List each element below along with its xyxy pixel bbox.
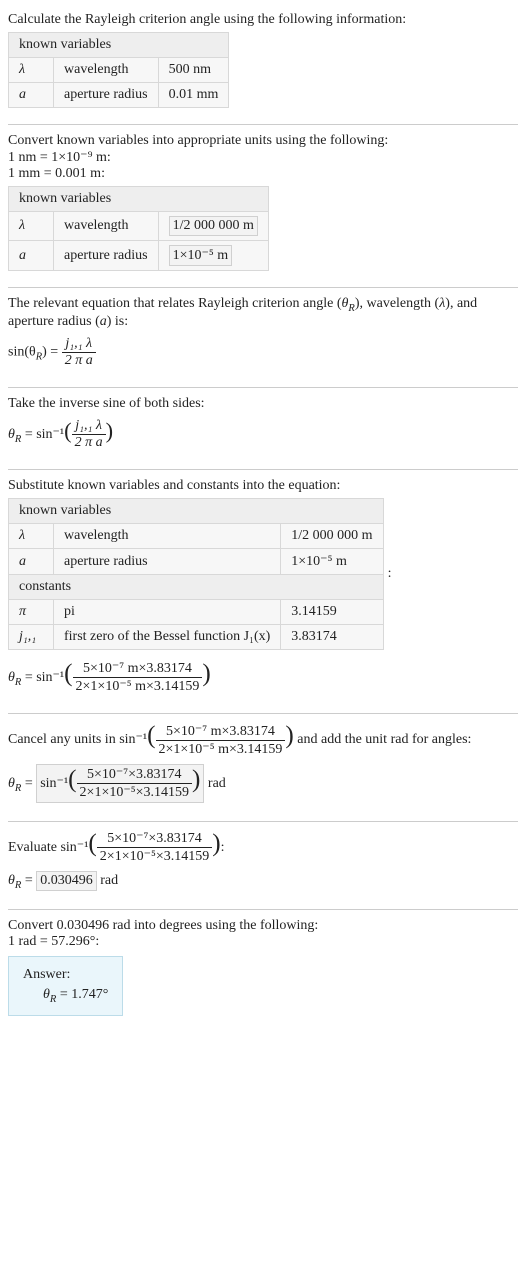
- intro-text: Calculate the Rayleigh criterion angle u…: [8, 12, 518, 28]
- known-variables-table-2: known variables λ wavelength 1/2 000 000…: [8, 186, 269, 271]
- step-title: Evaluate sin⁻¹(5×10⁻⁷×3.831742×1×10⁻⁵×3.…: [8, 830, 518, 865]
- name-cell: pi: [54, 600, 281, 625]
- known-variables-table-1: known variables λ wavelength 500 nm a ap…: [8, 32, 229, 108]
- result-formula: θR = sin⁻¹(5×10⁻⁷×3.831742×1×10⁻⁵×3.1415…: [8, 764, 518, 803]
- name-cell: aperture radius: [54, 549, 281, 575]
- symbol-cell: λ: [9, 58, 54, 83]
- colon: :: [388, 566, 392, 582]
- symbol-cell: π: [9, 600, 54, 625]
- section-equation: The relevant equation that relates Rayle…: [8, 288, 518, 388]
- table-row: λ wavelength 1/2 000 000 m: [9, 524, 384, 549]
- value-cell: 3.83174: [281, 625, 383, 650]
- table-header: known variables: [9, 33, 229, 58]
- symbol-cell: λ: [9, 524, 54, 549]
- table-row: λ wavelength 500 nm: [9, 58, 229, 83]
- table-header: known variables: [9, 499, 384, 524]
- step-title: Cancel any units in sin⁻¹(5×10⁻⁷ m×3.831…: [8, 722, 518, 757]
- substituted-formula: θR = sin⁻¹(5×10⁻⁷ m×3.831742×1×10⁻⁵ m×3.…: [8, 660, 518, 695]
- fraction: j₁,₁ λ2 π a: [72, 418, 106, 451]
- section-final: Convert 0.030496 rad into degrees using …: [8, 910, 518, 1028]
- conversion-line-2: 1 mm = 0.001 m:: [8, 166, 518, 182]
- fraction: 5×10⁻⁷ m×3.831742×1×10⁻⁵ m×3.14159: [156, 723, 286, 758]
- name-cell: wavelength: [54, 58, 159, 83]
- table-header: known variables: [9, 187, 269, 212]
- section-substitute: Substitute known variables and constants…: [8, 470, 518, 714]
- section-evaluate: Evaluate sin⁻¹(5×10⁻⁷×3.831742×1×10⁻⁵×3.…: [8, 822, 518, 910]
- name-cell: first zero of the Bessel function J₁(x): [54, 625, 281, 650]
- symbol-cell: a: [9, 549, 54, 575]
- fraction: j₁,₁ λ2 π a: [62, 336, 96, 369]
- known-and-constants-table: known variables λ wavelength 1/2 000 000…: [8, 498, 384, 650]
- convert-title: Convert known variables into appropriate…: [8, 133, 518, 149]
- highlight-box: 1×10⁻⁵ m: [169, 245, 233, 266]
- answer-label: Answer:: [23, 967, 108, 983]
- step-title: Substitute known variables and constants…: [8, 478, 518, 494]
- final-answer: θR = 1.747°: [43, 987, 108, 1005]
- value-cell: 1/2 000 000 m: [281, 524, 383, 549]
- name-cell: aperture radius: [54, 83, 159, 108]
- section-cancel-units: Cancel any units in sin⁻¹(5×10⁻⁷ m×3.831…: [8, 714, 518, 822]
- value-cell: 3.14159: [281, 600, 383, 625]
- fraction: 5×10⁻⁷ m×3.831742×1×10⁻⁵ m×3.14159: [73, 660, 203, 695]
- highlight-box: 0.030496: [36, 871, 97, 891]
- value-cell: 0.01 mm: [158, 83, 229, 108]
- section-inverse-sine: Take the inverse sine of both sides: θR …: [8, 388, 518, 470]
- table-row: a aperture radius 1×10⁻⁵ m: [9, 241, 269, 271]
- fraction: 5×10⁻⁷×3.831742×1×10⁻⁵×3.14159: [97, 830, 212, 865]
- name-cell: wavelength: [54, 524, 281, 549]
- inverse-sine-formula: θR = sin⁻¹(j₁,₁ λ2 π a): [8, 418, 518, 451]
- step-title: Take the inverse sine of both sides:: [8, 396, 518, 412]
- conversion-line-1: 1 nm = 1×10⁻⁹ m:: [8, 149, 518, 166]
- table-row: j₁,₁ first zero of the Bessel function J…: [9, 625, 384, 650]
- name-cell: aperture radius: [54, 241, 159, 271]
- table-row: λ wavelength 1/2 000 000 m: [9, 212, 269, 241]
- highlight-box: 1/2 000 000 m: [169, 216, 258, 236]
- name-cell: wavelength: [54, 212, 159, 241]
- evaluated-formula: θR = 0.030496 rad: [8, 871, 518, 891]
- conversion-line: 1 rad = 57.296°:: [8, 934, 518, 950]
- step-title: Convert 0.030496 rad into degrees using …: [8, 918, 518, 934]
- table-header: constants: [9, 575, 384, 600]
- table-row: a aperture radius 0.01 mm: [9, 83, 229, 108]
- value-cell: 500 nm: [158, 58, 229, 83]
- value-cell: 1×10⁻⁵ m: [158, 241, 268, 271]
- highlight-box: sin⁻¹(5×10⁻⁷×3.831742×1×10⁻⁵×3.14159): [36, 764, 204, 803]
- section-intro: Calculate the Rayleigh criterion angle u…: [8, 4, 518, 125]
- value-cell: 1×10⁻⁵ m: [281, 549, 383, 575]
- equation-intro: The relevant equation that relates Rayle…: [8, 296, 518, 330]
- table-row: π pi 3.14159: [9, 600, 384, 625]
- symbol-cell: λ: [9, 212, 54, 241]
- symbol-cell: a: [9, 241, 54, 271]
- symbol-cell: a: [9, 83, 54, 108]
- value-cell: 1/2 000 000 m: [158, 212, 268, 241]
- table-row: a aperture radius 1×10⁻⁵ m: [9, 549, 384, 575]
- fraction: 5×10⁻⁷×3.831742×1×10⁻⁵×3.14159: [77, 766, 192, 801]
- answer-box: Answer: θR = 1.747°: [8, 956, 123, 1016]
- symbol-cell: j₁,₁: [9, 625, 54, 650]
- section-convert-units: Convert known variables into appropriate…: [8, 125, 518, 288]
- equation-formula: sin(θR) = j₁,₁ λ2 π a: [8, 336, 518, 369]
